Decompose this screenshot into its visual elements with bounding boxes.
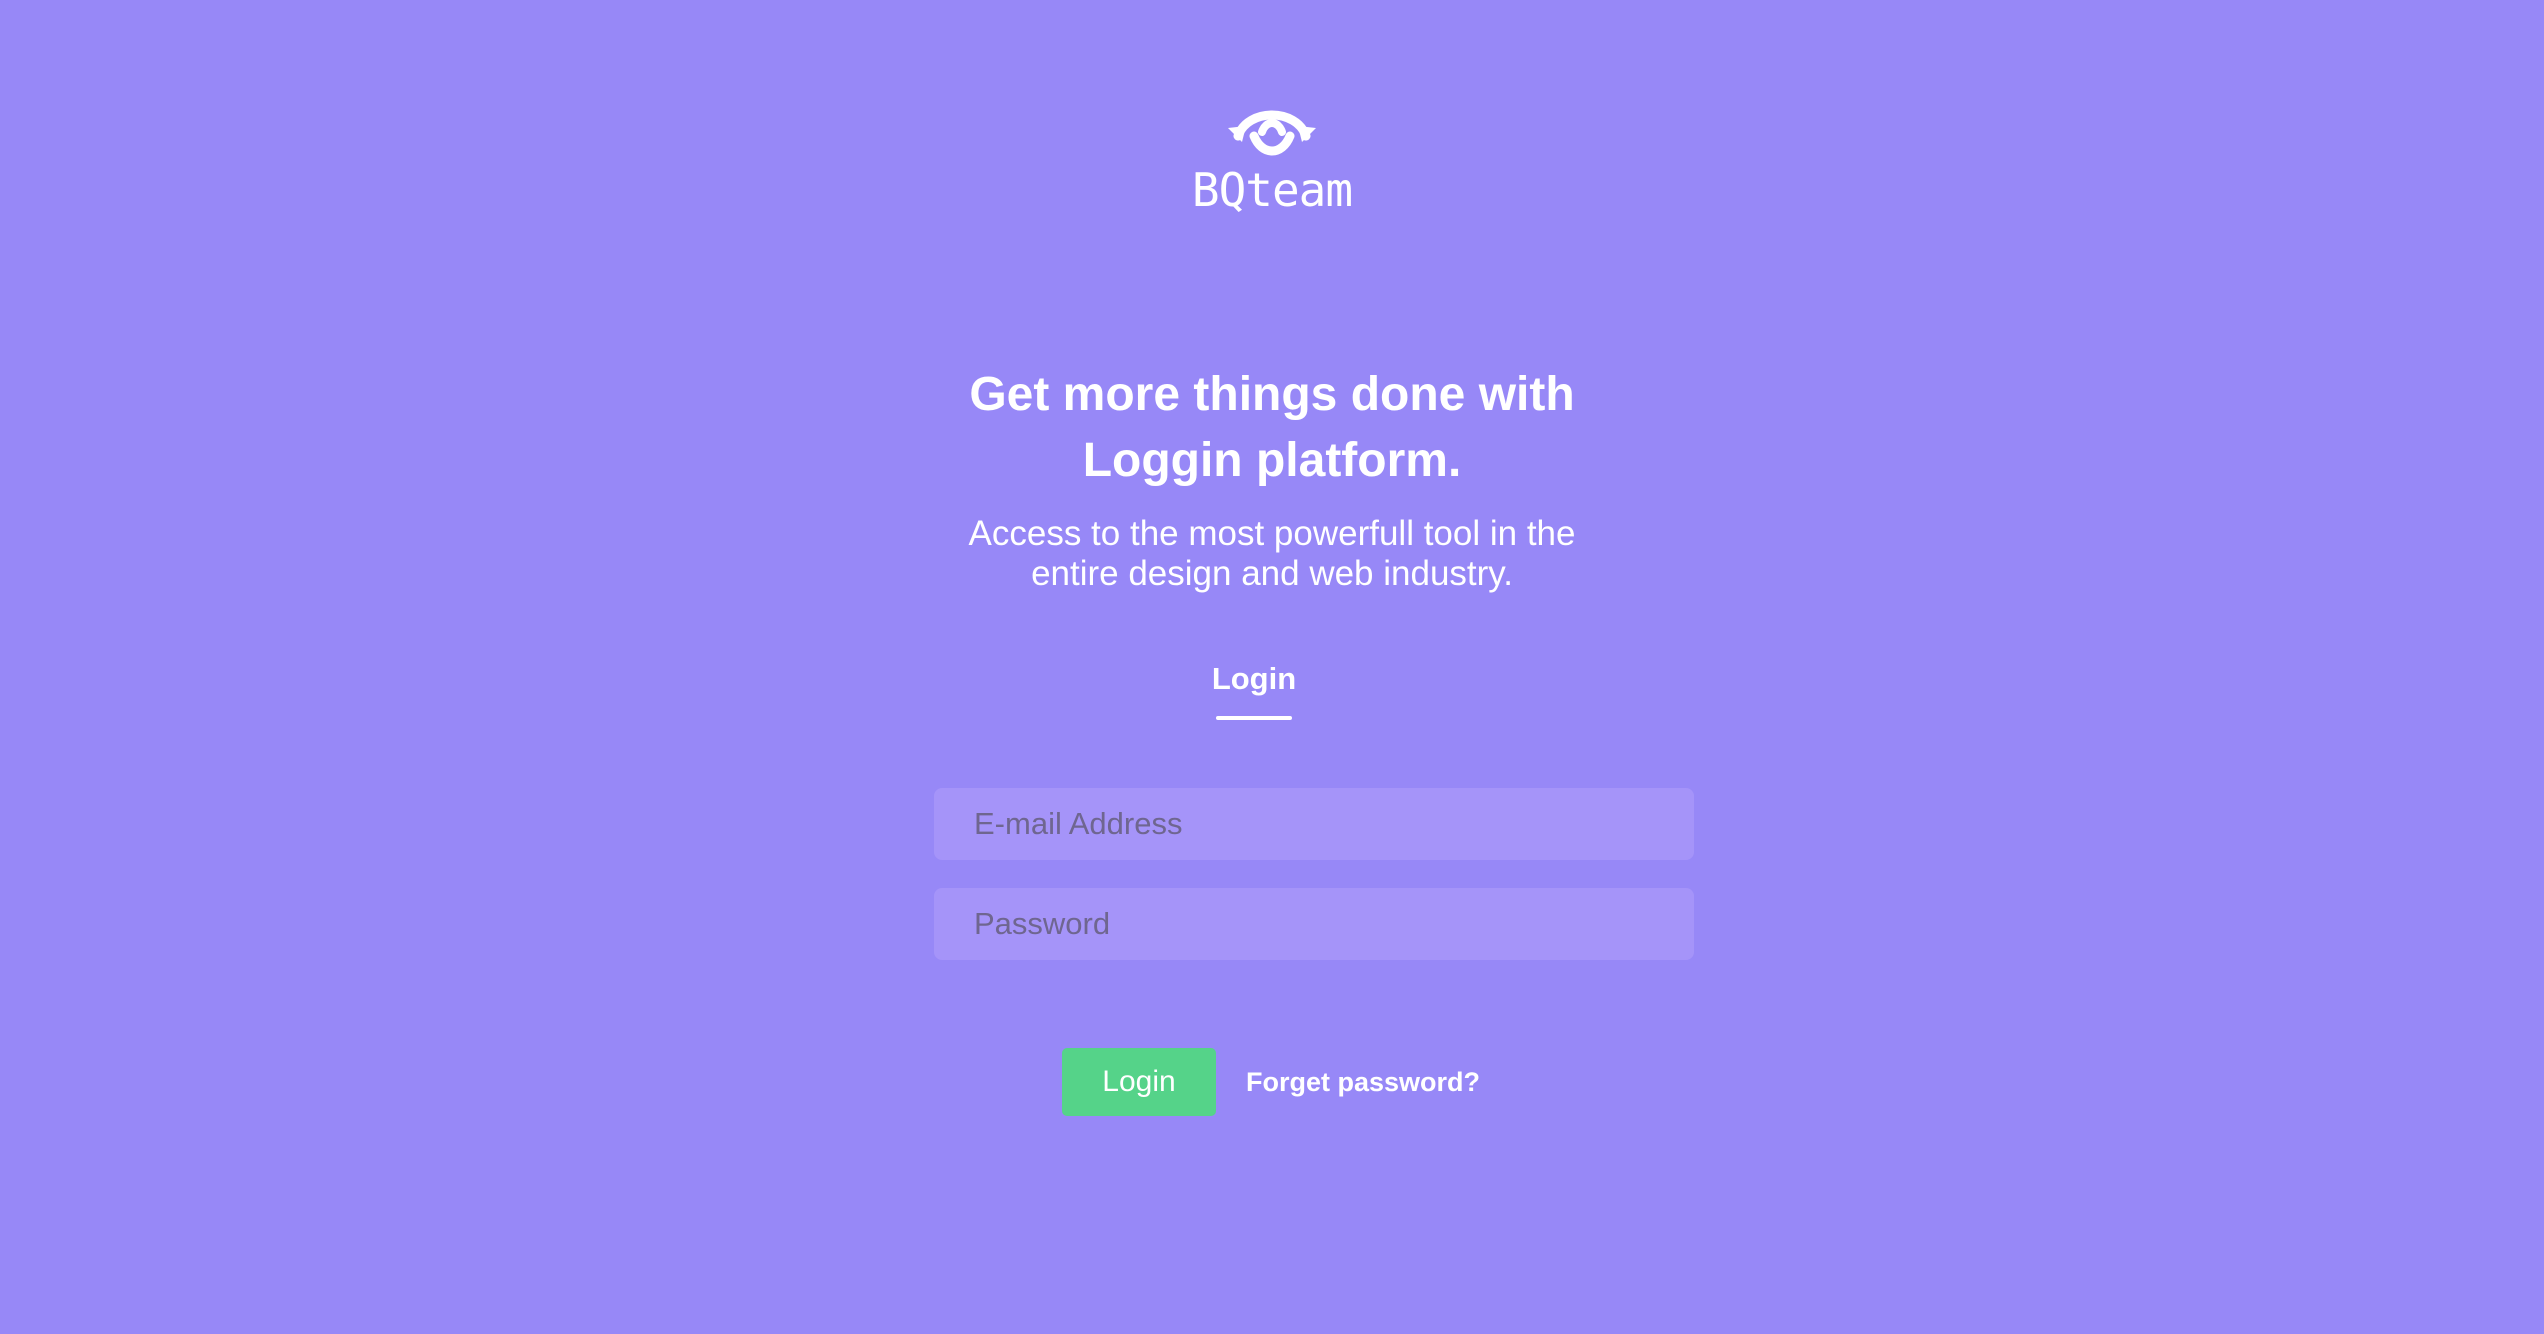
email-field[interactable]: [934, 788, 1694, 860]
brand-logo: BQteam: [1172, 98, 1372, 216]
forgot-password-link[interactable]: Forget password?: [1246, 1064, 1480, 1100]
page-subtitle: Access to the most powerfull tool in the…: [872, 514, 1672, 594]
headline-line-2: Loggin platform.: [1082, 434, 1462, 487]
subtitle-line-2: entire design and web industry.: [1031, 554, 1513, 593]
login-button[interactable]: Login: [1062, 1048, 1216, 1116]
password-field[interactable]: [934, 888, 1694, 960]
brand-name: BQteam: [1191, 163, 1353, 217]
tab-active-indicator: [1216, 716, 1292, 720]
eye-sync-icon: [1228, 110, 1316, 156]
headline-line-1: Get more things done with: [969, 368, 1575, 421]
tab-login-label: Login: [1211, 661, 1297, 696]
login-page: BQteam Get more things done with Loggin …: [0, 0, 2544, 1334]
subtitle-line-1: Access to the most powerfull tool in the: [968, 514, 1576, 553]
tab-login[interactable]: Login: [1210, 658, 1298, 720]
page-headline: Get more things done with Loggin platfor…: [872, 362, 1672, 494]
